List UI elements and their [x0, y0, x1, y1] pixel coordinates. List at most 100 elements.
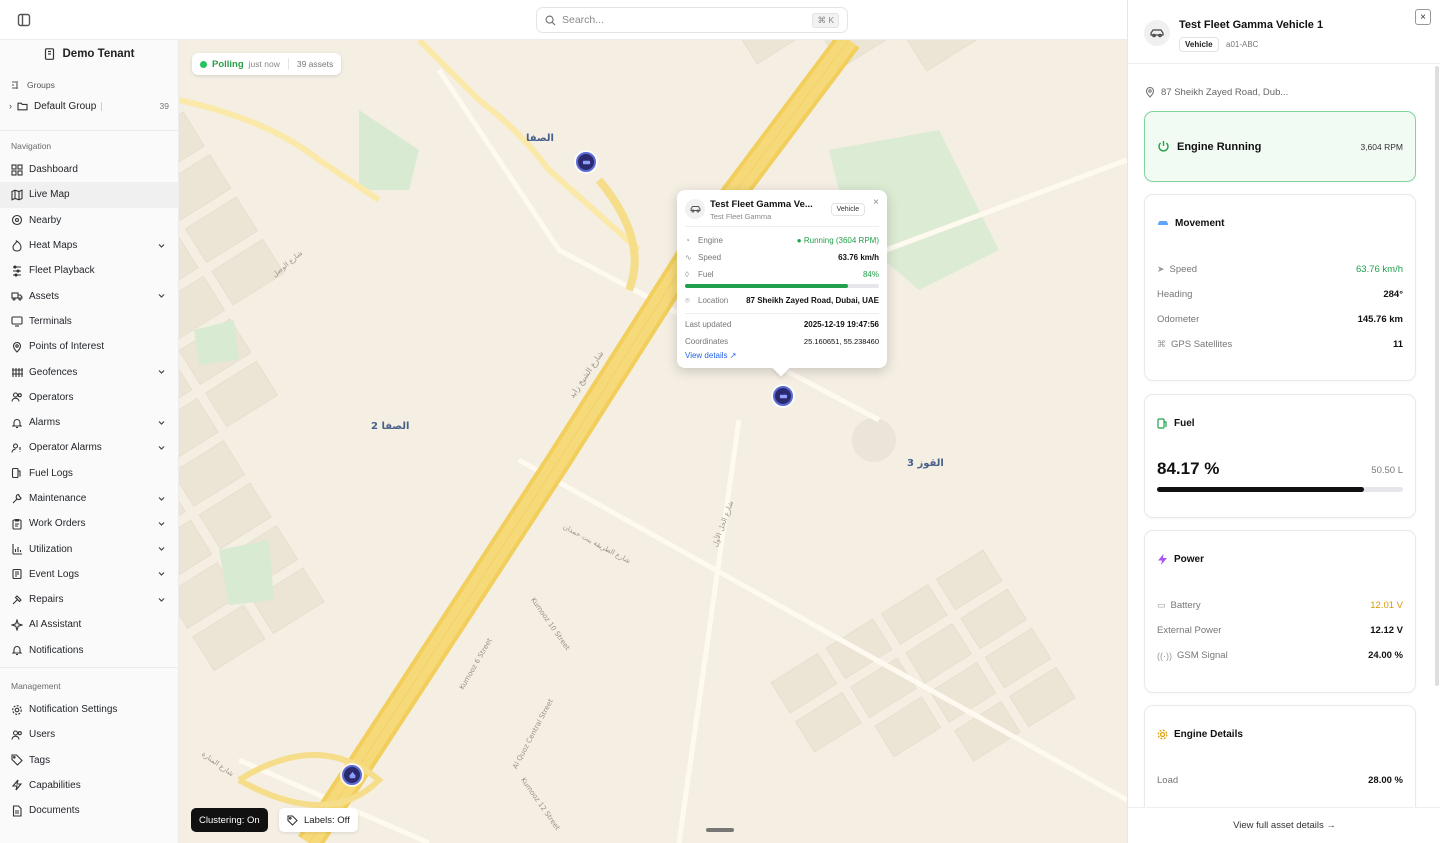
view-details-link[interactable]: View details ↗	[685, 351, 879, 360]
chevron-down-icon[interactable]	[157, 519, 167, 529]
vehicle-marker[interactable]	[342, 765, 362, 785]
chevron-down-icon[interactable]	[157, 569, 167, 579]
sidebar-item-heat-maps[interactable]: Heat Maps	[0, 233, 178, 258]
live-map[interactable]: Polling just now 39 assets الصفا الصفا 2…	[179, 40, 1127, 843]
sidebar-item-event-logs[interactable]: Event Logs	[0, 562, 178, 587]
drag-handle[interactable]	[706, 828, 734, 832]
sidebar-toggle-icon[interactable]	[16, 12, 32, 28]
labels-toggle[interactable]: Labels: Off	[279, 808, 358, 832]
sidebar-item-ai-assistant[interactable]: AI Assistant	[0, 612, 178, 637]
gsm-row: ((·)) GSM Signal 24.00 %	[1157, 650, 1403, 661]
movement-header: Movement	[1157, 218, 1224, 229]
polling-time: just now	[248, 59, 280, 69]
sidebar-item-dashboard[interactable]: Dashboard	[0, 157, 178, 182]
droplet-icon: ◊	[685, 270, 689, 279]
sidebar-item-nearby[interactable]: Nearby	[0, 208, 178, 233]
vehicle-marker-selected[interactable]	[773, 386, 793, 406]
pin-icon: ⌾	[685, 295, 690, 305]
map-tiles[interactable]	[179, 40, 1127, 843]
battery-icon: ▭	[1157, 600, 1166, 610]
sidebar-item-label: Operators	[29, 391, 74, 403]
popup-fuel-value: 84%	[862, 270, 879, 279]
truck-icon	[11, 290, 23, 302]
bar-chart-icon	[11, 543, 23, 555]
chevron-down-icon[interactable]	[157, 367, 167, 377]
search-input[interactable]: Search...	[562, 14, 812, 26]
car-icon	[779, 394, 787, 398]
popup-close-icon[interactable]: ×	[873, 197, 879, 208]
area-label: الصفا	[526, 133, 554, 144]
heading-row: Heading 284°	[1157, 289, 1403, 300]
area-label: القوز 3	[907, 458, 944, 469]
power-card: Power ▭ Battery 12.01 V External Power 12.1…	[1144, 530, 1416, 693]
vehicle-marker[interactable]	[576, 152, 596, 172]
fuel-icon	[1157, 418, 1167, 429]
chevron-down-icon[interactable]	[157, 595, 167, 605]
sidebar-item-geofences[interactable]: Geofences	[0, 359, 178, 384]
sidebar-item-label: Alarms	[29, 417, 61, 429]
group-default[interactable]: › Default Group | 39	[0, 96, 178, 116]
sidebar-item-label: Notification Settings	[29, 704, 118, 716]
sidebar-item-label: Event Logs	[29, 568, 80, 580]
radar-icon	[11, 214, 23, 226]
sidebar-item-operator-alarms[interactable]: Operator Alarms	[0, 435, 178, 460]
popup-updated-value: 2025-12-19 19:47:56	[803, 320, 879, 329]
chevron-down-icon[interactable]	[157, 241, 167, 251]
fuel-liters: 50.50 L	[1371, 465, 1403, 476]
management-label: Management	[11, 680, 61, 691]
user-alert-icon	[11, 442, 23, 454]
fuel-percent: 84.17 %	[1157, 459, 1220, 478]
satellite-icon: ⌘	[1157, 339, 1166, 349]
sidebar-item-maintenance[interactable]: Maintenance	[0, 486, 178, 511]
sidebar-item-documents[interactable]: Documents	[0, 798, 178, 823]
sidebar-item-capabilities[interactable]: Capabilities	[0, 773, 178, 798]
area-label: الصفا 2	[371, 421, 410, 432]
sidebar-item-utilization[interactable]: Utilization	[0, 536, 178, 561]
sidebar-item-label: Repairs	[29, 594, 64, 606]
sidebar-item-repairs[interactable]: Repairs	[0, 587, 178, 612]
view-full-details-link[interactable]: View full asset details →	[1128, 807, 1440, 843]
close-panel-icon[interactable]: ×	[1415, 9, 1431, 25]
sidebar-item-label: Documents	[29, 805, 80, 817]
tenant-switcher[interactable]: Demo Tenant	[0, 41, 178, 67]
sidebar-item-operators[interactable]: Operators	[0, 385, 178, 410]
sidebar-item-work-orders[interactable]: Work Orders	[0, 511, 178, 536]
chevron-down-icon[interactable]	[157, 494, 167, 504]
zap-icon	[11, 779, 23, 791]
engine-details-header: Engine Details	[1157, 729, 1243, 740]
clipboard-icon	[11, 518, 23, 530]
sidebar-item-label: Dashboard	[29, 164, 78, 176]
scrollbar[interactable]	[1435, 66, 1439, 686]
sidebar-item-terminals[interactable]: Terminals	[0, 309, 178, 334]
chevron-down-icon[interactable]	[157, 291, 167, 301]
popup-speed-value: 63.76 km/h	[838, 253, 879, 262]
popup-coords-row: Coordinates 25.160651, 55.238460	[685, 337, 879, 346]
popup-engine-value: ● Running (3604 RPM)	[796, 236, 879, 245]
log-icon	[11, 568, 23, 580]
sidebar-item-label: Tags	[29, 754, 51, 766]
sidebar-item-notification-settings[interactable]: Notification Settings	[0, 697, 178, 722]
engine-status-card: Engine Running 3,604 RPM	[1144, 111, 1416, 182]
sidebar-item-points-of-interest[interactable]: Points of Interest	[0, 334, 178, 359]
sidebar-item-assets[interactable]: Assets	[0, 283, 178, 308]
chevron-down-icon[interactable]	[157, 544, 167, 554]
chevron-down-icon[interactable]	[157, 443, 167, 453]
users-icon	[11, 729, 23, 741]
search-box[interactable]: Search... ⌘ K	[536, 7, 848, 33]
sidebar-item-fuel-logs[interactable]: Fuel Logs	[0, 461, 178, 486]
sidebar-item-notifications[interactable]: Notifications	[0, 638, 178, 663]
sidebar-item-fleet-playback[interactable]: Fleet Playback	[0, 258, 178, 283]
sidebar-item-users[interactable]: Users	[0, 722, 178, 747]
clustering-toggle[interactable]: Clustering: On	[191, 808, 268, 832]
popup-title: Test Fleet Gamma Ve...	[710, 199, 813, 210]
polling-label: Polling	[212, 58, 244, 70]
chevron-down-icon[interactable]	[157, 418, 167, 428]
sidebar-item-label: Users	[29, 729, 56, 741]
sidebar: Demo Tenant Groups › Default Group | 39 …	[0, 40, 179, 843]
sidebar-item-tags[interactable]: Tags	[0, 748, 178, 773]
external-link-icon: ↗	[729, 351, 737, 360]
popup-type-badge: Vehicle	[830, 203, 866, 216]
sidebar-item-alarms[interactable]: Alarms	[0, 410, 178, 435]
chevron-right-icon[interactable]: ›	[9, 101, 12, 111]
sidebar-item-live-map[interactable]: Live Map	[0, 182, 178, 208]
